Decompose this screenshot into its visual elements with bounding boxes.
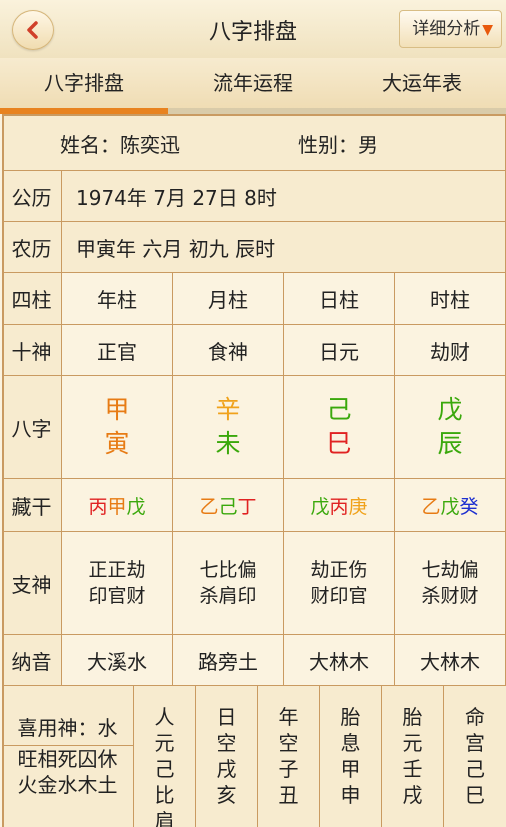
branch-month: 未 xyxy=(215,429,241,458)
zhishen-line: 杀肩印 xyxy=(199,585,257,607)
detail-analysis-button[interactable]: 详细分析 ▼ xyxy=(399,10,502,48)
person-gender: 性别：男 xyxy=(298,132,378,157)
canggan-label: 藏干 xyxy=(2,479,62,532)
wangxiang-line: 火金水木土 xyxy=(17,773,118,797)
zhishen-year: 正正劫 印官财 xyxy=(62,532,173,635)
vertical-text: 日空戌亥 xyxy=(216,705,237,807)
zhishen-hour: 七劫偏 杀财财 xyxy=(395,532,506,635)
bazi-day-cell: 己 巳 xyxy=(284,376,395,479)
branch-day: 巳 xyxy=(326,429,352,458)
vertical-text: 命宫己巳 xyxy=(465,705,485,807)
canggan-month: 乙己丁 xyxy=(173,479,284,532)
rikong-column: 日空戌亥 xyxy=(196,686,258,827)
vertical-text: 胎息甲申 xyxy=(340,705,361,807)
canggan-char: 乙 xyxy=(199,495,219,518)
detail-analysis-label: 详细分析 xyxy=(412,19,481,39)
nayin-year: 大溪水 xyxy=(62,635,173,686)
wangxiang-line: 旺相死囚休 xyxy=(17,747,118,771)
tab-bar: 八字排盘 流年运程 大运年表 xyxy=(0,58,506,110)
shishen-label: 十神 xyxy=(2,325,62,376)
nayin-month: 路旁土 xyxy=(173,635,284,686)
lunar-date: 甲寅年 六月 初九 辰时 xyxy=(62,222,506,273)
bazi-month-cell: 辛 未 xyxy=(173,376,284,479)
nayin-hour: 大林木 xyxy=(395,635,506,686)
tab-liunian-yuncheng[interactable]: 流年运程 xyxy=(168,58,338,110)
canggan-char: 癸 xyxy=(459,495,479,518)
dropdown-triangle-icon: ▼ xyxy=(482,22,493,38)
bazi-label: 八字 xyxy=(2,376,62,479)
pillar-header-year: 年柱 xyxy=(62,273,173,325)
zhishen-month: 七比偏 杀肩印 xyxy=(173,532,284,635)
shishen-day: 日元 xyxy=(284,325,395,376)
zhishen-line: 七比偏 xyxy=(199,559,257,581)
stem-day: 己 xyxy=(326,395,352,424)
canggan-char: 丁 xyxy=(237,495,257,518)
bazi-year-cell: 甲 寅 xyxy=(62,376,173,479)
zhishen-day: 劫正伤 财印官 xyxy=(284,532,395,635)
canggan-hour: 乙戊癸 xyxy=(395,479,506,532)
canggan-char: 丙 xyxy=(329,495,349,518)
person-info-row: 姓名：陈奕迅 性别：男 xyxy=(2,116,506,171)
canggan-char: 丙 xyxy=(88,495,108,518)
xiyong-shen: 喜用神：水 xyxy=(2,686,133,746)
person-name: 姓名：陈奕迅 xyxy=(60,132,180,157)
pillar-header-month: 月柱 xyxy=(173,273,284,325)
zhishen-line: 七劫偏 xyxy=(421,559,479,581)
canggan-char: 戊 xyxy=(310,495,330,518)
zhishen-line: 劫正伤 xyxy=(310,559,368,581)
canggan-char: 乙 xyxy=(421,495,441,518)
nayin-day: 大林木 xyxy=(284,635,395,686)
canggan-char: 庚 xyxy=(348,495,368,518)
branch-hour: 辰 xyxy=(437,429,463,458)
vertical-text: 人元己比肩 xyxy=(154,705,175,827)
stem-year: 甲 xyxy=(104,395,130,424)
pillar-header-day: 日柱 xyxy=(284,273,395,325)
nayin-label: 纳音 xyxy=(2,635,62,686)
app-header: 八字排盘 详细分析 ▼ xyxy=(0,0,506,59)
wangxiang-table: 旺相死囚休 火金水木土 xyxy=(2,746,133,798)
canggan-char: 戊 xyxy=(126,495,146,518)
shishen-hour: 劫财 xyxy=(395,325,506,376)
pillars-label: 四柱 xyxy=(2,273,62,325)
solar-date: 1974年 7月 27日 8时 xyxy=(62,171,506,222)
bazi-hour-cell: 戊 辰 xyxy=(395,376,506,479)
renyuan-column: 人元己比肩 xyxy=(134,686,196,827)
canggan-day: 戊丙庚 xyxy=(284,479,395,532)
niankong-column: 年空子丑 xyxy=(258,686,320,827)
wuxing-summary: 喜用神：水 旺相死囚休 火金水木土 xyxy=(2,686,134,827)
zhishen-line: 杀财财 xyxy=(421,585,479,607)
zhishen-line: 印官财 xyxy=(88,585,146,607)
shishen-month: 食神 xyxy=(173,325,284,376)
zhishen-label: 支神 xyxy=(2,532,62,635)
canggan-char: 甲 xyxy=(107,495,127,518)
tab-dayun-nianbiao[interactable]: 大运年表 xyxy=(338,58,506,110)
stem-month: 辛 xyxy=(215,395,241,424)
bazi-chart-grid: 姓名：陈奕迅 性别：男 公历 1974年 7月 27日 8时 农历 甲寅年 六月… xyxy=(0,114,506,827)
stem-hour: 戊 xyxy=(437,395,463,424)
vertical-text: 年空子丑 xyxy=(278,705,299,807)
zhishen-line: 财印官 xyxy=(310,585,368,607)
pillar-header-hour: 时柱 xyxy=(395,273,506,325)
tab-bazi-paipan[interactable]: 八字排盘 xyxy=(0,58,168,110)
canggan-year: 丙甲戊 xyxy=(62,479,173,532)
lunar-label: 农历 xyxy=(2,222,62,273)
canggan-char: 戊 xyxy=(440,495,460,518)
minggong-column: 命宫己巳 xyxy=(444,686,506,827)
zhishen-line: 正正劫 xyxy=(88,559,146,581)
solar-label: 公历 xyxy=(2,171,62,222)
taiyuan-column: 胎元壬戌 xyxy=(382,686,444,827)
taixi-column: 胎息甲申 xyxy=(320,686,382,827)
canggan-char: 己 xyxy=(218,495,238,518)
shishen-year: 正官 xyxy=(62,325,173,376)
branch-year: 寅 xyxy=(104,429,130,458)
vertical-text: 胎元壬戌 xyxy=(402,705,423,807)
